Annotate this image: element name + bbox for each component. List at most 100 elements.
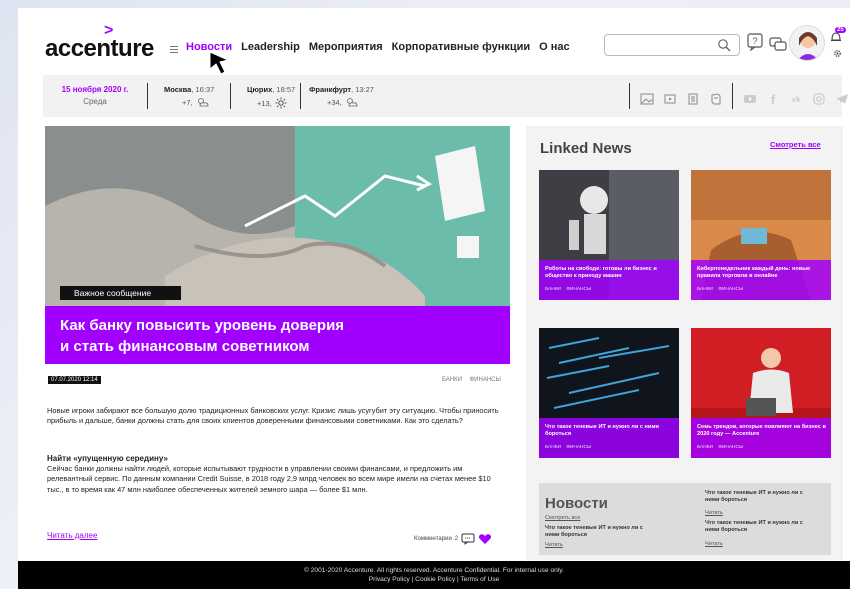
article-body: Сейчас банки должны найти людей, которые… bbox=[47, 464, 491, 494]
city-name: Москва bbox=[164, 85, 192, 94]
news-card-caption: Что такое теневые ИТ и нужно ли с ними б… bbox=[539, 418, 679, 458]
documents-icon[interactable] bbox=[686, 92, 700, 106]
divider bbox=[732, 83, 733, 109]
comments-block: Комментарии 2 bbox=[414, 533, 492, 545]
city-temp: +13, bbox=[257, 98, 272, 108]
divider bbox=[629, 83, 630, 109]
news-card[interactable]: Что такое теневые ИТ и нужно ли с ними б… bbox=[539, 328, 679, 458]
comments-label: Комментарии bbox=[414, 536, 452, 542]
article-lead: Новые игроки забирают все большую долю т… bbox=[47, 406, 499, 426]
youtube-icon[interactable] bbox=[743, 92, 757, 106]
divider bbox=[147, 83, 148, 109]
news-title: Новости bbox=[545, 495, 608, 512]
vk-icon[interactable]: vk bbox=[789, 92, 803, 106]
menu-icon[interactable] bbox=[170, 46, 178, 55]
city-temp: +7, bbox=[182, 97, 193, 107]
sun-icon bbox=[275, 97, 287, 109]
search-input[interactable] bbox=[604, 34, 740, 56]
help-icon[interactable]: ? bbox=[747, 33, 763, 51]
date-block: 15 ноября 2020 г. Среда bbox=[55, 85, 135, 106]
article-hero-image[interactable] bbox=[45, 126, 510, 306]
svg-text:vk: vk bbox=[792, 95, 801, 104]
partly-cloudy-icon bbox=[346, 98, 358, 107]
article-section: Найти «упущенную середину» Сейчас банки … bbox=[47, 454, 507, 495]
partly-cloudy-icon bbox=[197, 98, 209, 107]
handshake-graph-illustration bbox=[45, 126, 510, 306]
avatar[interactable] bbox=[789, 25, 825, 61]
current-weekday: Среда bbox=[83, 97, 107, 106]
info-bar: 15 ноября 2020 г. Среда Москва, 16:37 +7… bbox=[43, 75, 848, 117]
news-item-title[interactable]: Что такое теневые ИТ и нужно ли с ними б… bbox=[545, 525, 645, 539]
news-card[interactable]: Киберпонедельник каждый день: новые прав… bbox=[691, 170, 831, 300]
footer-links[interactable]: Privacy Policy | Cookie Policy | Terms o… bbox=[18, 575, 850, 584]
comments-count: 2 bbox=[454, 536, 459, 542]
news-card[interactable]: Роботы на свободе: готовы ли бизнес и об… bbox=[539, 170, 679, 300]
news-card-title: Что такое теневые ИТ и нужно ли с ними б… bbox=[545, 424, 659, 437]
city-weather-moscow: Москва, 16:37 +7, bbox=[164, 85, 215, 107]
news-card-title: Киберпонедельник каждый день: новые прав… bbox=[697, 266, 811, 279]
news-card-tags: БАНКИ ФИНАНСЫ bbox=[697, 445, 744, 450]
city-temp: +34, bbox=[327, 97, 342, 107]
news-card-tags: БАНКИ ФИНАНСЫ bbox=[697, 287, 744, 292]
top-bar: > accenture Новости Leadership Мероприят… bbox=[18, 8, 850, 70]
city-name: Франкфурт bbox=[309, 85, 352, 94]
footer: © 2001-2020 Accenture. All rights reserv… bbox=[18, 561, 850, 589]
divider bbox=[300, 83, 301, 109]
news-item-title[interactable]: Что такое теневые ИТ и нужно ли с ними б… bbox=[705, 490, 805, 504]
read-more-link[interactable]: Читать далее bbox=[47, 531, 97, 540]
nav-item-about[interactable]: О нас bbox=[539, 41, 570, 53]
city-time: 16:37 bbox=[195, 85, 215, 94]
video-icon[interactable] bbox=[663, 92, 677, 106]
news-card-caption: Семь трендов, которые повлияют на бизнес… bbox=[691, 418, 831, 458]
news-card-tags: БАНКИ ФИНАНСЫ bbox=[545, 287, 592, 292]
page: > accenture Новости Leadership Мероприят… bbox=[18, 8, 850, 589]
article-subhead: Найти «упущенную середину» bbox=[47, 454, 168, 463]
news-item-link[interactable]: Читать bbox=[705, 541, 723, 547]
main-nav: Новости Leadership Мероприятия Корпорати… bbox=[186, 41, 579, 53]
city-name: Цюрих bbox=[247, 85, 273, 94]
city-weather-frankfurt: Франкфурт, 13:27 +34, bbox=[309, 85, 374, 107]
svg-text:f: f bbox=[771, 92, 776, 106]
telegram-icon[interactable] bbox=[835, 92, 849, 106]
city-weather-zurich: Цюрих, 18:57 +13, bbox=[247, 85, 296, 109]
nav-item-leadership[interactable]: Leadership bbox=[241, 41, 300, 53]
svg-text:?: ? bbox=[752, 36, 757, 46]
news-card-caption: Роботы на свободе: готовы ли бизнес и об… bbox=[539, 260, 679, 300]
city-time: 18:57 bbox=[276, 85, 296, 94]
headline-line-1: Как банку повысить уровень доверия bbox=[60, 317, 345, 334]
heart-icon[interactable] bbox=[478, 533, 492, 545]
gear-icon[interactable] bbox=[832, 48, 843, 59]
divider bbox=[230, 83, 231, 109]
news-item-link[interactable]: Читать bbox=[545, 542, 563, 548]
gallery-icon[interactable] bbox=[640, 92, 654, 106]
news-item-link[interactable]: Читать bbox=[705, 510, 723, 516]
headline-line-2: и стать финансовым советником bbox=[60, 338, 310, 355]
notification-badge: 25 bbox=[835, 27, 846, 33]
news-card-tags: БАНКИ ФИНАНСЫ bbox=[545, 445, 592, 450]
news-card[interactable]: Семь трендов, которые повлияют на бизнес… bbox=[691, 328, 831, 458]
current-date: 15 ноября 2020 г. bbox=[61, 85, 129, 94]
nav-item-corporate-functions[interactable]: Корпоративные функции bbox=[392, 41, 531, 53]
news-card-title: Роботы на свободе: готовы ли бизнес и об… bbox=[545, 266, 657, 279]
important-badge: Важное сообщение bbox=[60, 286, 181, 300]
instagram-icon[interactable] bbox=[812, 92, 826, 106]
nav-item-events[interactable]: Мероприятия bbox=[309, 41, 383, 53]
search-icon[interactable] bbox=[717, 38, 731, 52]
quick-links-row: f vk bbox=[629, 83, 850, 109]
news-see-all-link[interactable]: Смотреть все bbox=[545, 515, 580, 521]
footer-copyright: © 2001-2020 Accenture. All rights reserv… bbox=[304, 567, 564, 574]
mouse-cursor-icon bbox=[209, 51, 230, 75]
facebook-icon[interactable]: f bbox=[766, 92, 780, 106]
chat-icon[interactable] bbox=[769, 37, 787, 53]
linked-news-see-all-link[interactable]: Смотреть все bbox=[770, 140, 821, 149]
news-card-title: Семь трендов, которые повлияют на бизнес… bbox=[697, 424, 826, 437]
city-time: 13:27 bbox=[355, 85, 374, 94]
accenture-logo[interactable]: accenture bbox=[45, 35, 154, 63]
article-headline[interactable]: Как банку повысить уровень доверия и ста… bbox=[45, 306, 510, 364]
book-icon[interactable] bbox=[709, 92, 723, 106]
article-tags[interactable]: БАНКИ ФИНАНСЫ bbox=[442, 377, 501, 383]
news-card-caption: Киберпонедельник каждый день: новые прав… bbox=[691, 260, 831, 300]
linked-news-title: Linked News bbox=[540, 140, 632, 157]
news-item-title[interactable]: Что такое теневые ИТ и нужно ли с ними б… bbox=[705, 520, 805, 534]
comment-icon[interactable] bbox=[461, 533, 475, 545]
